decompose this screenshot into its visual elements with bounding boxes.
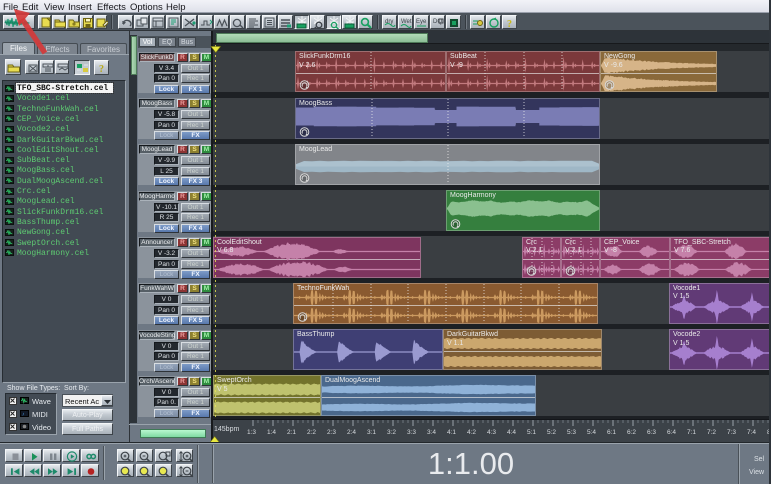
svg-text:7:3: 7:3 [727, 429, 736, 436]
svg-text:7:1: 7:1 [687, 429, 696, 436]
svg-text:1:4: 1:4 [267, 429, 276, 436]
svg-text:4:3: 4:3 [487, 429, 496, 436]
svg-text:Wet: Wet [401, 19, 412, 25]
svg-text:3:4: 3:4 [427, 429, 436, 436]
svg-text:2:4: 2:4 [347, 429, 356, 436]
svg-text:5:4: 5:4 [587, 429, 596, 436]
svg-text:6:4: 6:4 [667, 429, 676, 436]
svg-text:6:1: 6:1 [607, 429, 616, 436]
svg-text:2:3: 2:3 [327, 429, 336, 436]
svg-text:7:4: 7:4 [747, 429, 756, 436]
svg-text:2:1: 2:1 [287, 429, 296, 436]
svg-text:DQ: DQ [433, 19, 442, 25]
svg-text:4:4: 4:4 [507, 429, 516, 436]
svg-text:5:3: 5:3 [567, 429, 576, 436]
svg-text:♪: ♪ [22, 412, 25, 418]
svg-text:5:2: 5:2 [547, 429, 556, 436]
svg-text:6:3: 6:3 [647, 429, 656, 436]
svg-text:3:3: 3:3 [407, 429, 416, 436]
svg-text:7:2: 7:2 [707, 429, 716, 436]
svg-text:2:2: 2:2 [307, 429, 316, 436]
svg-text:1:3: 1:3 [247, 429, 256, 436]
svg-text:3:2: 3:2 [387, 429, 396, 436]
svg-text:?: ? [507, 19, 512, 29]
svg-text:4:2: 4:2 [467, 429, 476, 436]
svg-text:6:2: 6:2 [627, 429, 636, 436]
svg-text:4:1: 4:1 [447, 429, 456, 436]
svg-text:?: ? [99, 64, 104, 75]
svg-text:3:1: 3:1 [367, 429, 376, 436]
svg-text:5:1: 5:1 [527, 429, 536, 436]
svg-text:Eye: Eye [416, 19, 427, 25]
